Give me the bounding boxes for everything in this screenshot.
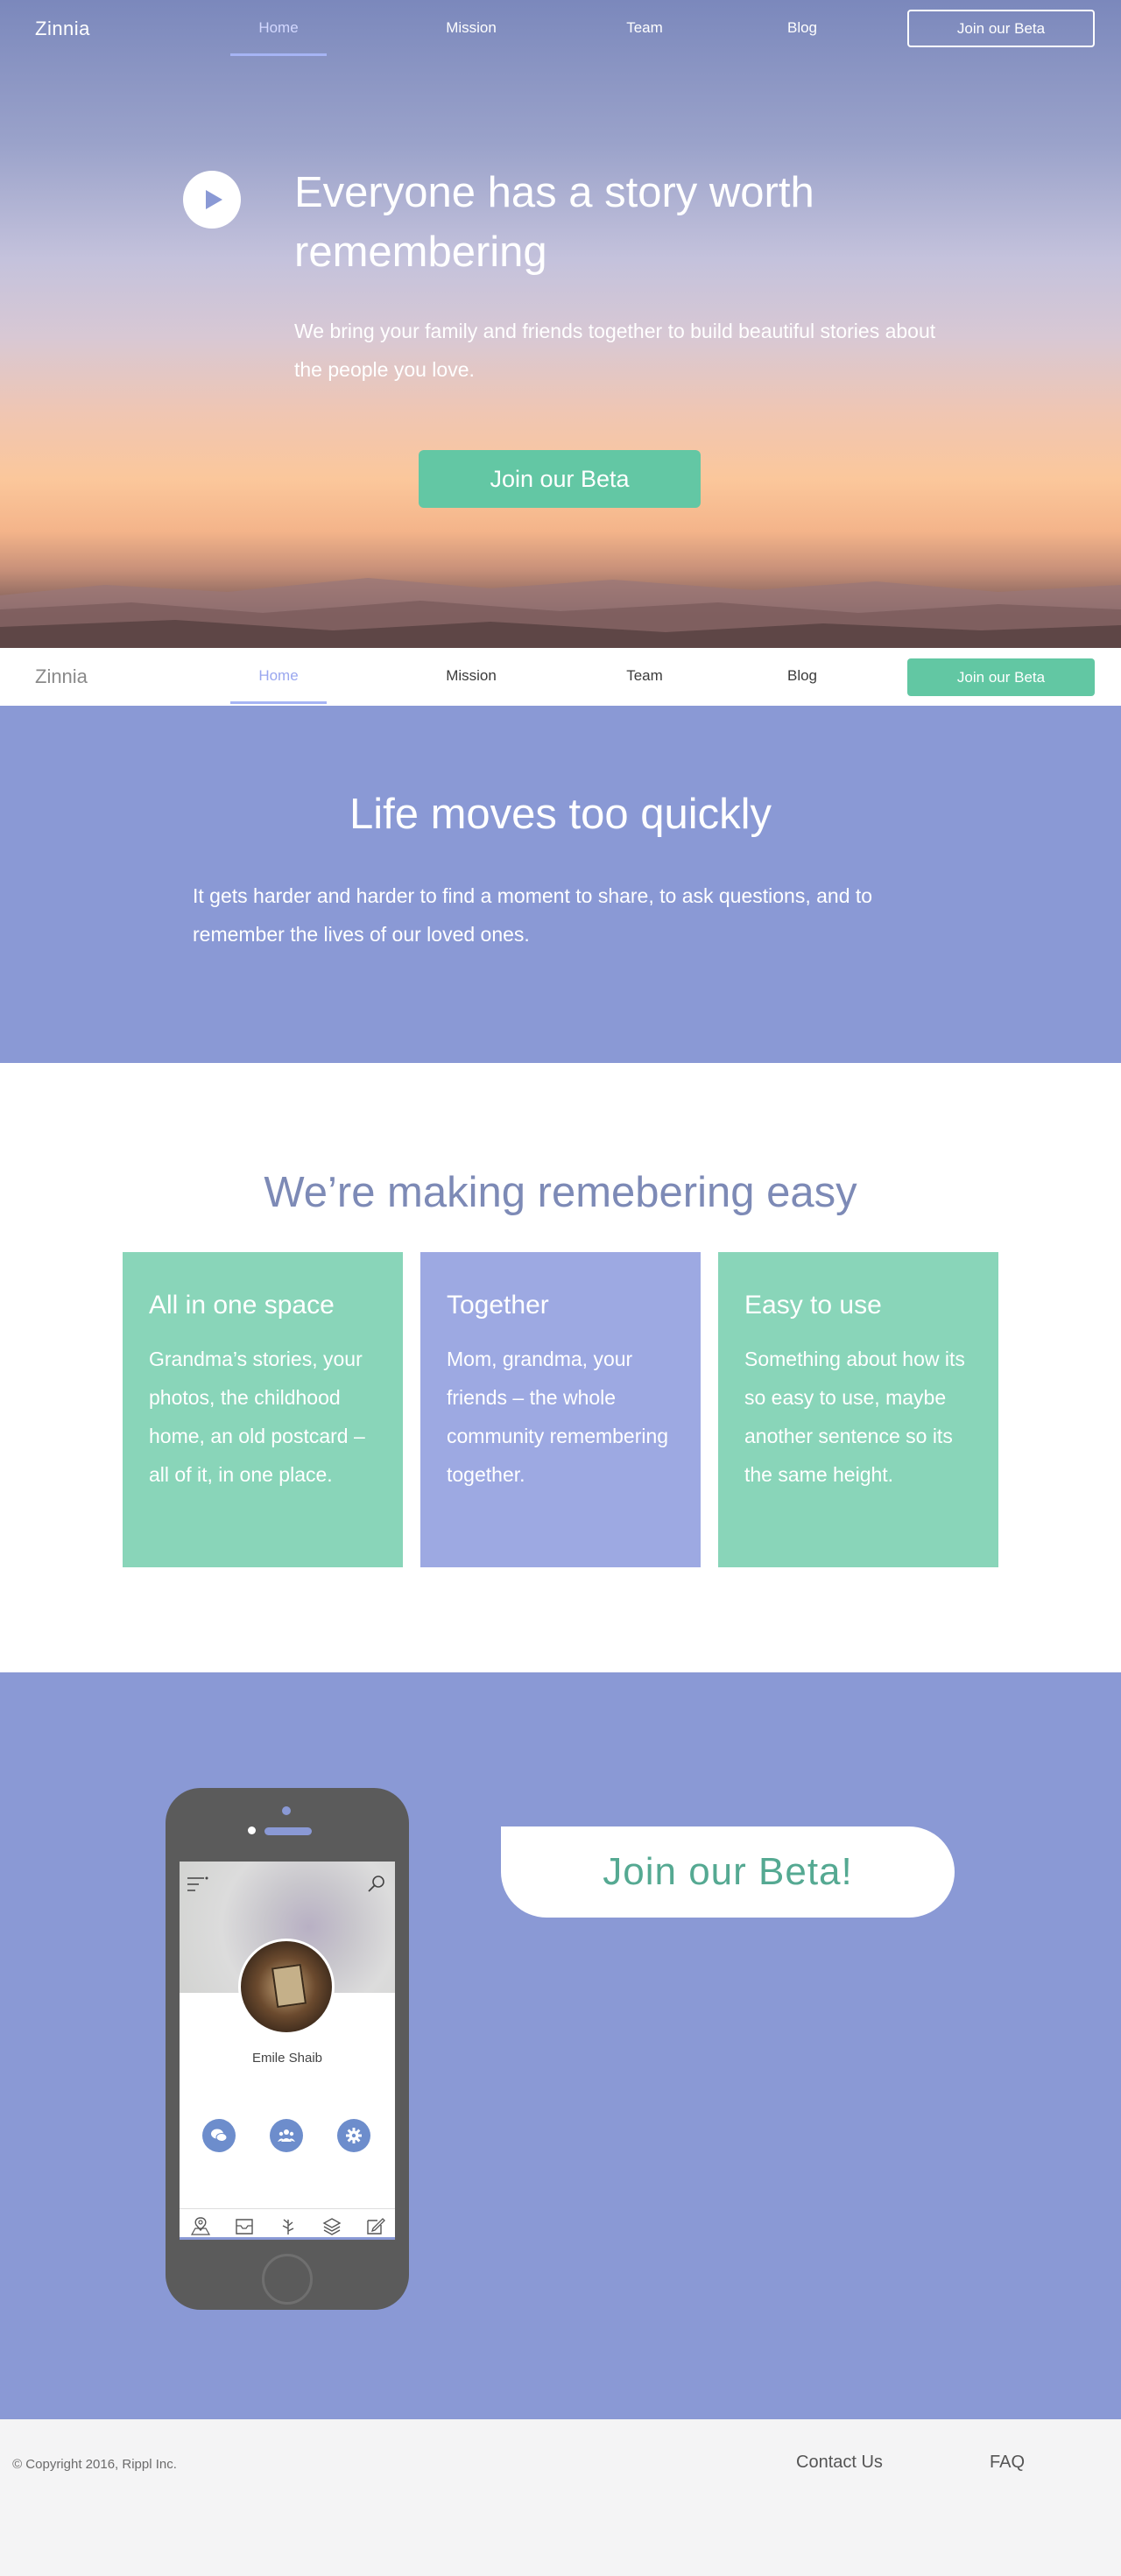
nav-item-blog[interactable]: Blog — [754, 19, 850, 37]
phone-sensor — [248, 1826, 256, 1834]
life-section: Life moves too quickly It gets harder an… — [0, 706, 1121, 1063]
nav-item-blog[interactable]: Blog — [754, 667, 850, 685]
nav-item-team[interactable]: Team — [596, 667, 693, 685]
feature-card-text: Mom, grandma, your friends – the whole c… — [447, 1348, 669, 1486]
phone-home-button — [262, 2254, 313, 2305]
beta-section: Emile Shaib Join our Beta! — [0, 1672, 1121, 2419]
phone-screen: Emile Shaib — [180, 1862, 395, 2240]
footer-link-contact[interactable]: Contact Us — [796, 2453, 883, 2473]
feature-card-easy-to-use: Easy to use Something about how its so e… — [718, 1252, 998, 1567]
inbox-icon[interactable] — [234, 2216, 255, 2235]
nav-item-mission[interactable]: Mission — [423, 667, 519, 685]
brand-logo[interactable]: Zinnia — [35, 665, 88, 688]
join-beta-bubble-button[interactable]: Join our Beta! — [501, 1826, 955, 1918]
nav-item-team[interactable]: Team — [596, 19, 693, 37]
feature-card-title: Together — [447, 1291, 549, 1320]
feature-card-text: Grandma’s stories, your photos, the chil… — [149, 1348, 365, 1486]
phone-camera — [282, 1806, 291, 1815]
chat-button[interactable] — [202, 2119, 236, 2152]
layers-icon[interactable] — [321, 2216, 342, 2235]
join-beta-nav-button[interactable]: Join our Beta — [907, 658, 1095, 696]
nav-item-home[interactable]: Home — [230, 667, 327, 685]
nav-item-mission[interactable]: Mission — [423, 19, 519, 37]
active-nav-indicator — [230, 701, 327, 704]
hero-section: Zinnia Home Mission Team Blog Join our B… — [0, 0, 1121, 648]
people-icon — [278, 2129, 295, 2142]
life-title: Life moves too quickly — [349, 791, 772, 838]
footer-link-faq[interactable]: FAQ — [990, 2453, 1025, 2473]
feature-card-title: All in one space — [149, 1291, 335, 1320]
menu-icon[interactable] — [187, 1876, 209, 1893]
join-beta-hero-button[interactable]: Join our Beta — [419, 450, 701, 508]
phone-tab-bar — [180, 2208, 395, 2240]
hero-title: Everyone has a story worth remembering — [294, 169, 814, 276]
people-button[interactable] — [270, 2119, 303, 2152]
feature-card-all-in-one: All in one space Grandma’s stories, your… — [123, 1252, 403, 1567]
chat-icon — [211, 2129, 228, 2142]
features-section: We’re making remebering easy All in one … — [0, 1063, 1121, 1672]
active-nav-indicator — [230, 53, 327, 56]
feature-card-title: Easy to use — [744, 1291, 882, 1320]
play-video-button[interactable] — [183, 171, 241, 229]
mountain-silhouette — [0, 578, 1121, 648]
tab-bar-accent — [180, 2237, 395, 2240]
feature-card-together: Together Mom, grandma, your friends – th… — [420, 1252, 701, 1567]
phone-speaker — [264, 1827, 312, 1835]
settings-button[interactable] — [337, 2119, 370, 2152]
brand-logo[interactable]: Zinnia — [35, 18, 90, 40]
map-pin-icon[interactable] — [190, 2216, 211, 2235]
compose-icon[interactable] — [365, 2216, 386, 2235]
avatar-photo-subject — [271, 1963, 307, 2009]
tree-icon[interactable] — [278, 2216, 299, 2235]
feature-card-text: Something about how its so easy to use, … — [744, 1348, 965, 1486]
avatar — [238, 1939, 335, 2035]
features-title: We’re making remebering easy — [264, 1169, 857, 1216]
sticky-navigation: Zinnia Home Mission Team Blog Join our B… — [0, 648, 1121, 706]
phone-mockup: Emile Shaib — [166, 1788, 409, 2310]
settings-gear-icon — [346, 2128, 362, 2143]
join-beta-nav-button[interactable]: Join our Beta — [907, 10, 1095, 47]
footer: © Copyright 2016, Rippl Inc. Contact Us … — [0, 2419, 1121, 2576]
search-icon[interactable] — [367, 1874, 386, 1893]
hero-subtitle: We bring your family and friends togethe… — [294, 320, 936, 381]
top-navigation: Zinnia Home Mission Team Blog Join our B… — [0, 0, 1121, 58]
copyright-text: © Copyright 2016, Rippl Inc. — [12, 2457, 177, 2472]
profile-user-name: Emile Shaib — [251, 2051, 323, 2066]
play-icon — [206, 190, 222, 209]
life-text: It gets harder and harder to find a mome… — [193, 884, 873, 946]
nav-item-home[interactable]: Home — [230, 19, 327, 37]
